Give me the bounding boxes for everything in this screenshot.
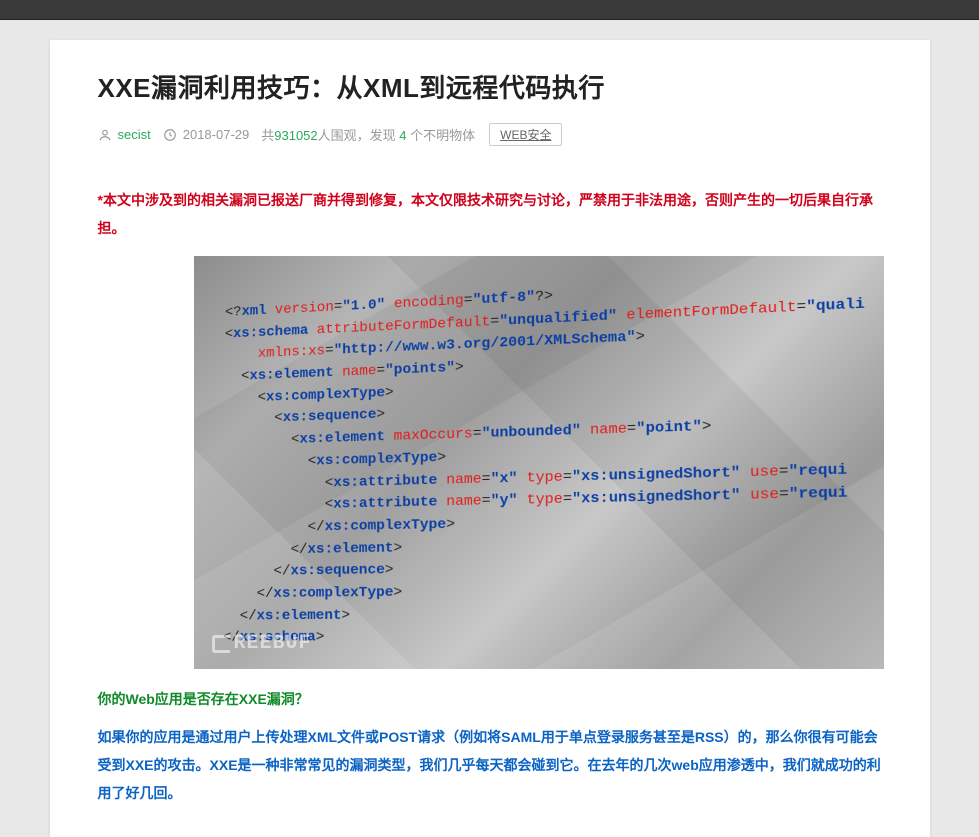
code-block: <?xml version="1.0" encoding="utf-8"?><x…	[222, 267, 883, 650]
article-meta: secist 2018-07-29 共931052人围观，发现 4 个不明物体 …	[98, 123, 886, 146]
watermark-text: REEBUF	[234, 632, 312, 655]
article-container: XXE漏洞利用技巧：从XML到远程代码执行 secist 2018-07-29 …	[50, 40, 930, 837]
category-tag[interactable]: WEB安全	[489, 123, 562, 146]
top-bar	[0, 0, 979, 20]
meta-mid: 人围观，发现	[318, 128, 400, 143]
meta-prefix: 共	[261, 128, 274, 143]
watermark: REEBUF	[212, 632, 312, 655]
publish-date: 2018-07-29	[183, 127, 250, 142]
article-title: XXE漏洞利用技巧：从XML到远程代码执行	[98, 68, 886, 105]
user-icon	[98, 128, 112, 142]
lead-question: 你的Web应用是否存在XXE漏洞？	[98, 689, 886, 709]
author-link[interactable]: secist	[118, 127, 151, 142]
view-count: 931052	[274, 128, 317, 143]
meta-suffix: 个不明物体	[407, 128, 476, 143]
clock-icon	[163, 128, 177, 142]
watermark-logo-icon	[212, 635, 230, 653]
intro-paragraph: 如果你的应用是通过用户上传处理XML文件或POST请求（例如将SAML用于单点登…	[98, 723, 886, 807]
disclaimer-text: *本文中涉及到的相关漏洞已报送厂商并得到修复，本文仅限技术研究与讨论，严禁用于非…	[98, 186, 886, 242]
code-illustration: <?xml version="1.0" encoding="utf-8"?><x…	[194, 256, 884, 669]
found-count: 4	[399, 128, 406, 143]
